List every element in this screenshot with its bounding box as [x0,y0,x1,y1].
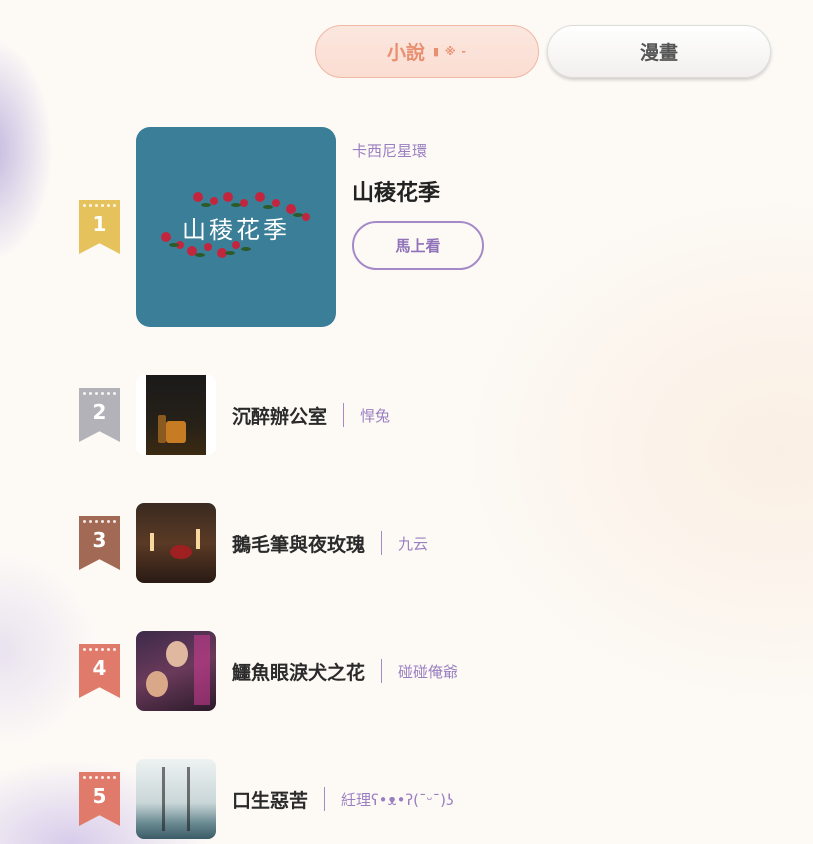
rank-badge: 4 [79,644,120,698]
book-title[interactable]: 口生惡苦 [232,786,308,813]
book-cover[interactable] [136,759,216,839]
book-author[interactable]: 紝理ʕ•ᴥ•ʔ(¯ᵕ¯)ʖ [341,789,454,810]
rank-badge: 3 [79,516,120,570]
divider [343,403,345,427]
rank-number: 3 [92,528,107,552]
book-title[interactable]: 鱷魚眼淚犬之花 [232,658,365,685]
tab-novel-decoration: ▮ ※ - [433,45,467,58]
cover-title: 山稜花季 [182,215,290,244]
rank-number: 2 [92,400,107,424]
rank-badge: 1 [79,200,120,254]
book-cover[interactable] [136,631,216,711]
read-now-button[interactable]: 馬上看 [352,221,484,270]
featured-rank-item[interactable]: 1 山稜花季 卡西尼星環 山稜花季 馬上看 [79,127,484,327]
tab-comic[interactable]: 漫畫 [547,25,771,78]
book-author[interactable]: 九云 [398,533,428,554]
book-title[interactable]: 沉醉辦公室 [232,402,327,429]
divider [381,659,383,683]
tab-comic-label: 漫畫 [639,42,678,64]
rank-number: 4 [92,656,107,680]
book-author[interactable]: 碰碰俺爺 [398,661,458,682]
book-author[interactable]: 悍兔 [360,405,390,426]
divider [324,787,326,811]
featured-author[interactable]: 卡西尼星環 [352,140,484,161]
category-tabs: 小說 ▮ ※ - 漫畫 [315,25,771,78]
rank-item[interactable]: 4 鱷魚眼淚犬之花 碰碰俺爺 [79,631,458,711]
rank-item[interactable]: 2 沉醉辦公室 悍兔 [79,375,390,455]
rank-number: 5 [92,784,107,808]
book-cover[interactable] [136,375,216,455]
rank-badge: 2 [79,388,120,442]
rank-number: 1 [92,212,107,236]
book-title[interactable]: 鵝毛筆與夜玫瑰 [232,530,365,557]
tab-novel-label: 小說 [387,42,426,64]
rank-item[interactable]: 3 鵝毛筆與夜玫瑰 九云 [79,503,428,583]
rank-item[interactable]: 5 口生惡苦 紝理ʕ•ᴥ•ʔ(¯ᵕ¯)ʖ [79,759,454,839]
divider [381,531,383,555]
featured-info: 卡西尼星環 山稜花季 馬上看 [352,140,484,270]
book-cover[interactable] [136,503,216,583]
rank-badge: 5 [79,772,120,826]
tab-novel[interactable]: 小說 ▮ ※ - [315,25,539,78]
featured-cover[interactable]: 山稜花季 [136,127,336,327]
featured-title[interactable]: 山稜花季 [352,175,484,207]
